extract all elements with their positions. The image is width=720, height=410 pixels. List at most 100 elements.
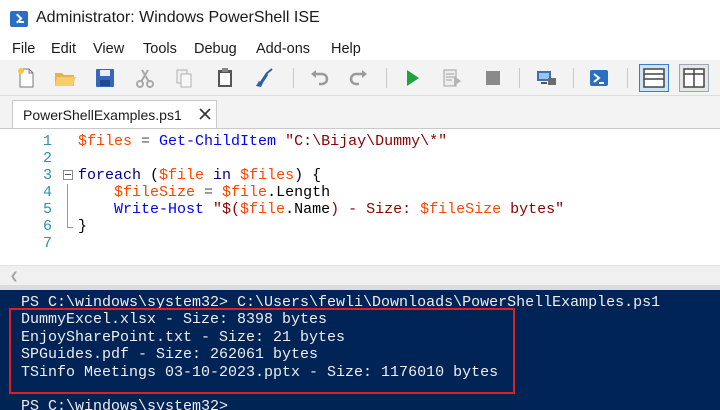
menu-tools[interactable]: Tools bbox=[143, 41, 177, 57]
cut-button[interactable] bbox=[133, 66, 157, 90]
code-token: .Name bbox=[285, 201, 331, 218]
code-token: $files bbox=[78, 133, 133, 150]
toolbar-separator bbox=[627, 68, 628, 88]
run-selection-button[interactable] bbox=[440, 66, 464, 90]
code-token: in bbox=[204, 167, 241, 184]
powershell-icon bbox=[10, 11, 28, 27]
close-icon[interactable] bbox=[197, 106, 213, 122]
code-text: foreach ($file in $files) { bbox=[78, 167, 321, 184]
code-line[interactable]: 5 Write-Host "$($file.Name) - Size: $fil… bbox=[0, 201, 720, 218]
collapse-icon[interactable] bbox=[63, 170, 73, 180]
code-token: foreach bbox=[78, 167, 142, 184]
show-script-top-button[interactable] bbox=[639, 64, 669, 92]
toolbar bbox=[0, 60, 720, 96]
code-token: ( bbox=[141, 167, 160, 184]
code-token: bytes" bbox=[501, 201, 565, 218]
menu-view[interactable]: View bbox=[93, 41, 124, 57]
copy-button[interactable] bbox=[172, 66, 196, 90]
code-token: Get-ChildItem bbox=[159, 133, 277, 150]
code-token: $file bbox=[222, 184, 268, 201]
code-token: Write-Host bbox=[114, 201, 205, 218]
output-highlight-box bbox=[9, 308, 515, 394]
code-line[interactable]: 4 $fileSize = $file.Length bbox=[0, 184, 720, 201]
scroll-left-icon[interactable]: ❮ bbox=[10, 271, 18, 282]
code-token: $fileSize bbox=[420, 201, 502, 218]
line-number: 1 bbox=[42, 133, 52, 150]
menu-debug[interactable]: Debug bbox=[194, 41, 237, 57]
fold-guide-end bbox=[67, 227, 73, 228]
code-line[interactable]: 2 bbox=[0, 150, 720, 167]
code-token: ) { bbox=[294, 167, 322, 184]
new-script-button[interactable] bbox=[14, 66, 38, 90]
save-button[interactable] bbox=[93, 66, 117, 90]
code-text: $files = Get-ChildItem "C:\Bijay\Dummy\*… bbox=[78, 133, 447, 150]
clear-console-button[interactable] bbox=[253, 66, 277, 90]
tab-label: PowerShellExamples.ps1 bbox=[23, 107, 182, 123]
editor-horizontal-scrollbar[interactable]: ❮ bbox=[0, 265, 720, 285]
line-number: 2 bbox=[42, 150, 52, 167]
code-text: } bbox=[78, 218, 87, 235]
play-icon bbox=[407, 70, 419, 86]
title-bar: Administrator: Windows PowerShell ISE bbox=[0, 0, 720, 38]
toolbar-separator bbox=[293, 68, 294, 88]
scissors-icon bbox=[136, 69, 154, 88]
powershell-icon bbox=[590, 70, 608, 86]
code-token: = bbox=[195, 184, 223, 201]
toolbar-separator bbox=[386, 68, 387, 88]
clipboard-icon bbox=[218, 68, 232, 87]
redo-button[interactable] bbox=[347, 66, 371, 90]
menu-help[interactable]: Help bbox=[331, 41, 361, 57]
folder-open-icon bbox=[55, 73, 76, 86]
new-document-icon bbox=[18, 68, 34, 88]
open-button[interactable] bbox=[53, 66, 77, 90]
menu-addons[interactable]: Add-ons bbox=[256, 41, 310, 57]
scrollbar-track[interactable] bbox=[28, 273, 628, 279]
code-line[interactable]: 1 $files = Get-ChildItem "C:\Bijay\Dummy\… bbox=[0, 133, 720, 150]
code-line[interactable]: 6} bbox=[0, 218, 720, 235]
copy-icon bbox=[176, 69, 192, 88]
fold-guide bbox=[67, 184, 68, 228]
window-title: Administrator: Windows PowerShell ISE bbox=[36, 9, 320, 26]
layout-top-icon bbox=[643, 68, 665, 88]
code-token: $file bbox=[240, 201, 286, 218]
code-token: } bbox=[78, 218, 88, 235]
menu-edit[interactable]: Edit bbox=[51, 41, 76, 57]
code-token: $fileSize bbox=[114, 184, 196, 201]
line-number: 5 bbox=[42, 201, 52, 218]
run-script-button[interactable] bbox=[400, 66, 424, 90]
code-text: Write-Host "$($file.Name) - Size: $fileS… bbox=[78, 201, 564, 218]
remote-computer-icon bbox=[537, 71, 556, 85]
code-text: $fileSize = $file.Length bbox=[78, 184, 330, 201]
code-token: .Length bbox=[267, 184, 331, 201]
paste-button[interactable] bbox=[213, 66, 237, 90]
save-disk-icon bbox=[96, 69, 114, 87]
line-number: 7 bbox=[42, 235, 52, 252]
script-tabs: PowerShellExamples.ps1 bbox=[0, 96, 720, 128]
code-token: = bbox=[132, 133, 160, 150]
code-token: $files bbox=[240, 167, 295, 184]
new-remote-tab-button[interactable] bbox=[534, 66, 558, 90]
start-powershell-button[interactable] bbox=[587, 66, 611, 90]
code-token: $file bbox=[159, 167, 205, 184]
undo-button[interactable] bbox=[307, 66, 331, 90]
broom-icon bbox=[256, 68, 273, 87]
code-line[interactable]: 7 bbox=[0, 235, 720, 252]
line-number: 6 bbox=[42, 218, 52, 235]
stop-button[interactable] bbox=[481, 66, 505, 90]
tab-powershell-examples[interactable]: PowerShellExamples.ps1 bbox=[12, 100, 217, 128]
menu-file[interactable]: File bbox=[12, 41, 35, 57]
code-line[interactable]: 3 foreach ($file in $files) { bbox=[0, 167, 720, 184]
stop-icon bbox=[486, 71, 500, 85]
layout-right-icon bbox=[683, 68, 705, 88]
redo-icon bbox=[349, 70, 367, 86]
line-number: 3 bbox=[42, 167, 52, 184]
show-script-right-button[interactable] bbox=[679, 64, 709, 92]
code-token: "$( bbox=[204, 201, 241, 218]
line-number: 4 bbox=[42, 184, 52, 201]
menu-bar: File Edit View Tools Debug Add-ons Help bbox=[0, 38, 720, 60]
toolbar-separator bbox=[573, 68, 574, 88]
run-selection-icon bbox=[443, 69, 461, 87]
